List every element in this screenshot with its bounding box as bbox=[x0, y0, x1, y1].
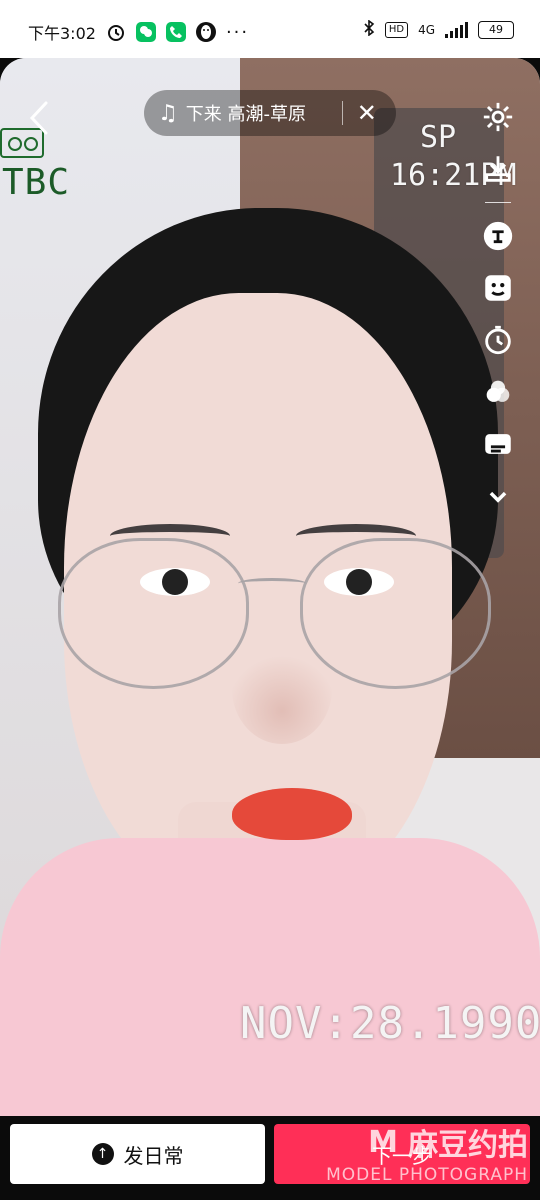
preview-scene bbox=[0, 58, 540, 1116]
left-glasses-lens bbox=[58, 538, 249, 689]
battery-level: 49 bbox=[489, 23, 503, 36]
upload-arrow-icon: ↑ bbox=[91, 1143, 114, 1165]
music-selector[interactable]: ♫ 下来 高潮-草原 ✕ bbox=[144, 90, 396, 136]
phone-icon bbox=[165, 22, 186, 42]
status-bar: 下午3:02 ··· HD 4G 49 bbox=[0, 0, 540, 58]
bottom-bar: ↑ 发日常 下一步 bbox=[0, 1116, 540, 1200]
tool-column bbox=[476, 98, 520, 515]
next-step-button[interactable]: 下一步 bbox=[274, 1124, 530, 1184]
lips bbox=[232, 788, 352, 840]
post-daily-label: 发日常 bbox=[123, 1143, 184, 1168]
wechat-icon bbox=[135, 22, 156, 42]
captions-icon[interactable] bbox=[479, 425, 517, 463]
more-notifications-icon: ··· bbox=[225, 21, 250, 43]
recording-date: NOV:28.1990 bbox=[240, 998, 540, 1049]
status-right: HD 4G 49 bbox=[363, 19, 514, 39]
sticker-icon[interactable] bbox=[479, 269, 517, 307]
sp-label: SP bbox=[420, 120, 457, 155]
post-daily-button[interactable]: ↑ 发日常 bbox=[10, 1124, 265, 1184]
nose bbox=[232, 634, 332, 744]
chevron-down-icon[interactable] bbox=[479, 477, 517, 515]
tbc-label: TBC bbox=[2, 162, 71, 203]
timer-icon[interactable] bbox=[479, 321, 517, 359]
network-type: 4G bbox=[418, 22, 435, 37]
tool-divider bbox=[485, 202, 511, 203]
music-note-icon: ♫ bbox=[158, 100, 178, 126]
status-left: 下午3:02 ··· bbox=[28, 20, 249, 44]
music-title: 下来 高潮-草原 bbox=[185, 104, 306, 125]
music-separator bbox=[341, 101, 343, 125]
qq-icon bbox=[195, 22, 216, 42]
battery-indicator: 49 bbox=[478, 20, 514, 39]
gear-icon[interactable] bbox=[479, 98, 517, 136]
filters-icon[interactable] bbox=[479, 373, 517, 411]
text-icon[interactable] bbox=[479, 217, 517, 255]
hd-badge: HD bbox=[384, 21, 409, 38]
remove-music-button[interactable]: ✕ bbox=[357, 101, 377, 125]
alarm-icon bbox=[106, 22, 126, 42]
next-step-label: 下一步 bbox=[372, 1143, 432, 1168]
glasses-bridge bbox=[238, 578, 306, 589]
download-icon[interactable] bbox=[479, 150, 517, 188]
right-glasses-lens bbox=[300, 538, 491, 689]
camera-preview: TBC SP 16:21PM NOV:28.1990 ♫ 下来 高潮-草原 ✕ bbox=[0, 58, 540, 1116]
back-button[interactable] bbox=[24, 98, 54, 138]
shirt bbox=[0, 838, 540, 1116]
signal-icon bbox=[445, 21, 468, 38]
bluetooth-icon bbox=[363, 19, 375, 39]
status-time: 下午3:02 bbox=[28, 24, 96, 43]
